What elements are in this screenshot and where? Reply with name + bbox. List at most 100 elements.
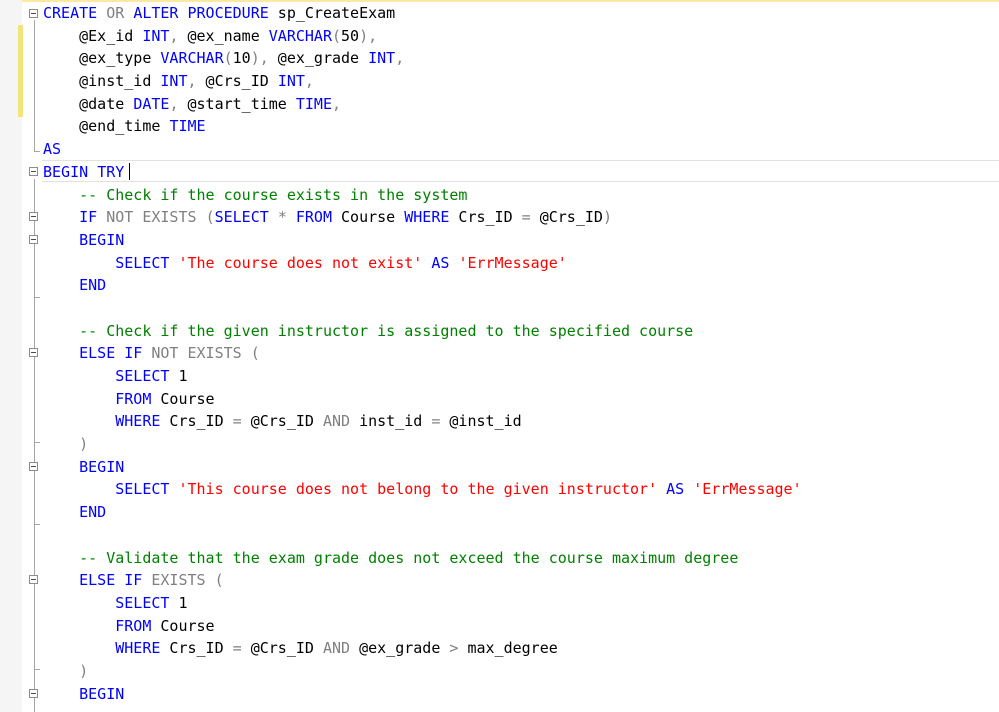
code-token: 'The course does not exist': [178, 253, 423, 272]
code-line: BEGIN: [43, 456, 802, 479]
code-token: ),: [250, 49, 269, 68]
code-token: ALTER: [133, 4, 179, 22]
code-token: END: [79, 503, 107, 522]
code-token: 1: [169, 593, 188, 612]
code-line: WHERE Crs_ID = @Crs_ID AND @ex_grade > m…: [43, 637, 802, 660]
code-token: =: [521, 208, 531, 227]
code-token: @date: [43, 94, 134, 113]
code-token: SELECT: [115, 253, 170, 272]
change-marker: [18, 25, 23, 117]
code-line: @end_time TIME: [43, 115, 802, 138]
code-token: Crs_ID: [160, 412, 233, 431]
code-token: WHERE: [115, 412, 161, 431]
code-token: AND: [322, 639, 351, 658]
collapse-icon[interactable]: [29, 689, 38, 698]
code-token: (: [205, 208, 215, 227]
code-line: END: [43, 274, 802, 297]
code-token: END: [79, 276, 107, 295]
code-token: VARCHAR: [268, 26, 332, 45]
code-token: AND: [322, 412, 351, 431]
code-line: SELECT 1: [43, 592, 802, 615]
code-token: INT: [142, 26, 170, 45]
collapse-icon[interactable]: [29, 167, 38, 176]
code-token: 'ErrMessage': [693, 480, 802, 499]
code-token: @ex_name: [178, 26, 269, 45]
code-token: 10: [232, 49, 251, 68]
code-token: =: [232, 639, 242, 658]
code-line: ): [43, 433, 802, 456]
code-token: SELECT: [115, 593, 170, 612]
code-token: SELECT: [214, 208, 269, 227]
code-line: @inst_id INT, @Crs_ID INT,: [43, 70, 802, 93]
code-token: INT: [368, 49, 396, 68]
code-line: SELECT 'The course does not exist' AS 'E…: [43, 252, 802, 275]
code-token: Course: [151, 389, 215, 408]
code-token: Crs_ID: [160, 639, 233, 658]
code-token: 'ErrMessage': [458, 253, 567, 272]
collapse-icon[interactable]: [29, 235, 38, 244]
code-token: ELSE: [79, 344, 116, 363]
code-token: @Crs_ID: [241, 639, 323, 658]
code-token: ,: [395, 49, 405, 68]
code-token: INT: [277, 72, 305, 91]
code-line: WHERE Crs_ID = @Crs_ID AND inst_id = @in…: [43, 410, 802, 433]
code-token: @Crs_ID: [530, 208, 603, 227]
code-token: max_degree: [458, 639, 558, 658]
fold-guide-end: [34, 442, 40, 443]
code-token: 1: [169, 367, 188, 385]
code-line: ELSE IF EXISTS (: [43, 569, 802, 592]
collapse-icon[interactable]: [29, 575, 38, 584]
code-line: -- Validate that the exam grade does not…: [43, 547, 802, 570]
code-line: BEGIN: [43, 683, 802, 706]
fold-guide-line: [34, 20, 35, 152]
code-token: @inst_id: [43, 72, 161, 91]
fold-guide-line: [34, 473, 35, 525]
code-token: IF: [124, 571, 143, 590]
code-line: AS: [43, 138, 802, 161]
code-line: BEGIN TRY: [43, 161, 802, 184]
code-text-area[interactable]: CREATE OR ALTER PROCEDURE sp_CreateExam …: [43, 2, 802, 705]
code-token: WHERE: [115, 639, 161, 658]
code-token: NOT: [151, 344, 179, 363]
sql-code-editor[interactable]: CREATE OR ALTER PROCEDURE sp_CreateExam …: [0, 0, 999, 712]
code-token: -- Check if the given instructor is assi…: [79, 321, 694, 340]
code-line: SELECT 'This course does not belong to t…: [43, 478, 802, 501]
code-line: ): [43, 660, 802, 683]
code-token: FROM: [295, 208, 332, 227]
code-token: EXISTS: [151, 571, 206, 590]
collapse-icon[interactable]: [29, 348, 38, 357]
code-token: @Crs_ID: [196, 72, 278, 91]
code-token: AS: [43, 140, 62, 159]
collapse-icon[interactable]: [29, 462, 38, 471]
code-token: @ex_type: [43, 49, 161, 68]
code-token: Crs_ID: [449, 208, 522, 227]
collapse-icon[interactable]: [29, 212, 38, 221]
code-token: SELECT: [115, 367, 170, 385]
collapse-icon[interactable]: [29, 9, 38, 18]
code-token: (: [223, 49, 233, 68]
